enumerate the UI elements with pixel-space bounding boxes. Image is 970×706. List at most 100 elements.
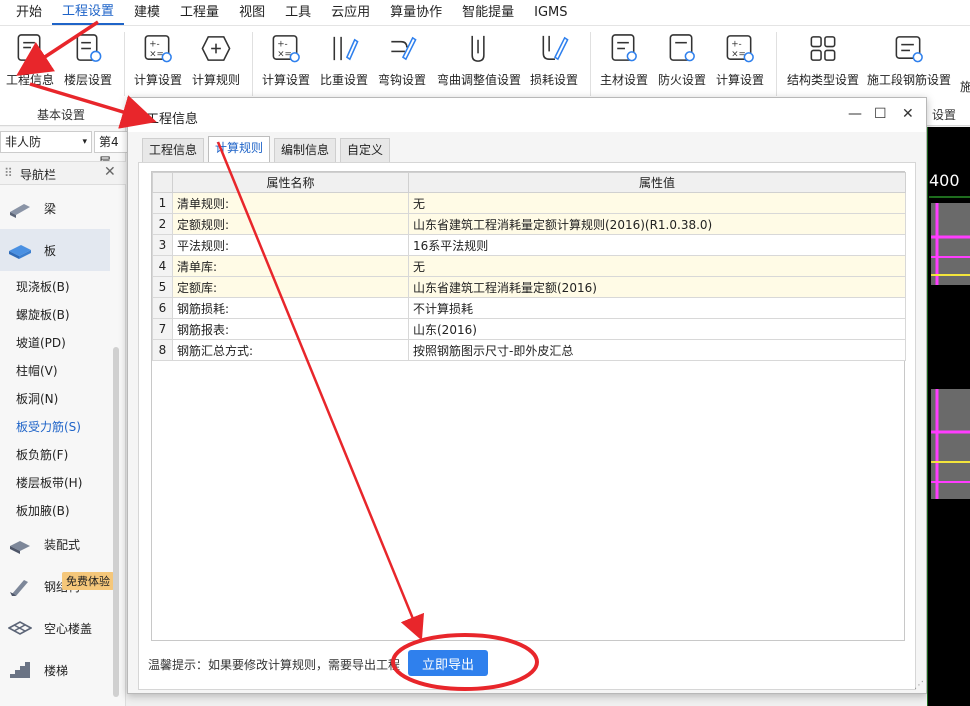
menu-modeling[interactable]: 建模 <box>124 0 170 26</box>
menu-igms[interactable]: IGMS <box>524 0 577 26</box>
row-property-value[interactable]: 16系平法规则 <box>408 234 906 256</box>
free-trial-badge: 免费体验 <box>62 572 114 590</box>
rebar-calc-settings-button[interactable]: +- ×= 计算设置 <box>257 30 315 88</box>
menu-view[interactable]: 视图 <box>229 0 275 26</box>
category-stair[interactable]: 楼梯 <box>0 649 110 691</box>
material-calc-settings-button[interactable]: +- ×= 计算设置 <box>711 30 769 88</box>
ratio-settings-label: 比重设置 <box>319 73 368 87</box>
row-property-value[interactable]: 无 <box>408 192 906 214</box>
row-property-value[interactable]: 按照钢筋图示尺寸-即外皮汇总 <box>408 339 906 361</box>
category-beam[interactable]: 梁 <box>0 187 110 229</box>
dialog-tabs: 工程信息 计算规则 编制信息 自定义 <box>142 136 394 162</box>
table-row[interactable]: 5 定额库: 山东省建筑工程消耗量定额(2016) <box>152 276 906 298</box>
row-property-name: 钢筋汇总方式: <box>172 339 409 361</box>
menu-smart-extract[interactable]: 智能提量 <box>452 0 524 26</box>
table-row[interactable]: 4 清单库: 无 <box>152 255 906 277</box>
tab-calc-rules[interactable]: 计算规则 <box>208 136 271 162</box>
menu-cloud[interactable]: 云应用 <box>321 0 380 26</box>
slab-item-cast[interactable]: 现浇板(B) <box>16 278 70 295</box>
construction-rebar-label: 施工段钢筋设置 <box>867 73 952 87</box>
nav-header: ⠿ 导航栏 ✕ <box>0 161 126 185</box>
row-property-value[interactable]: 不计算损耗 <box>408 297 906 319</box>
table-row[interactable]: 3 平法规则: 16系平法规则 <box>152 234 906 256</box>
slab-item-spiral[interactable]: 螺旋板(B) <box>16 306 70 323</box>
main-material-button[interactable]: 主材设置 <box>595 30 653 88</box>
menu-tools[interactable]: 工具 <box>275 0 321 26</box>
row-index: 1 <box>152 192 173 214</box>
slab-item-floor-band[interactable]: 楼层板带(H) <box>16 474 82 491</box>
slab-item-column-cap[interactable]: 柱帽(V) <box>16 362 58 379</box>
defense-combo[interactable]: 非人防 ▾ <box>0 131 92 153</box>
tab-project-info[interactable]: 工程信息 <box>142 138 205 162</box>
ribbon-cut-label: 施 <box>960 80 970 94</box>
table-row[interactable]: 2 定额规则: 山东省建筑工程消耗量定额计算规则(2016)(R1.0.38.0… <box>152 213 906 235</box>
loss-settings-label: 损耗设置 <box>529 73 578 87</box>
slab-item-stress-rebar[interactable]: 板受力筋(S) <box>16 418 81 435</box>
dialog-title-bar[interactable]: 工程信息 — ☐ ✕ <box>128 98 926 132</box>
slab-item-haunch[interactable]: 板加腋(B) <box>16 502 70 519</box>
row-property-value[interactable]: 山东省建筑工程消耗量定额(2016) <box>408 276 906 298</box>
resize-grip-icon[interactable]: ⋰ <box>914 680 924 691</box>
category-hollow-floor[interactable]: 空心楼盖 <box>0 607 110 649</box>
row-index: 8 <box>152 339 173 361</box>
calc-rules-button[interactable]: 计算规则 <box>187 30 245 88</box>
nav-scrollbar[interactable] <box>113 347 119 697</box>
material-calc-icon: +-×= <box>726 35 754 63</box>
row-property-value[interactable]: 山东省建筑工程消耗量定额计算规则(2016)(R1.0.38.0) <box>408 213 906 235</box>
structure-type-button[interactable]: 结构类型设置 <box>787 30 859 88</box>
floor-combo[interactable]: 第4层 <box>94 131 130 169</box>
loss-settings-button[interactable]: 损耗设置 <box>525 30 583 88</box>
close-icon[interactable]: ✕ <box>104 164 116 180</box>
tab-custom[interactable]: 自定义 <box>340 138 391 162</box>
export-now-button[interactable]: 立即导出 <box>408 650 488 676</box>
grip-icon[interactable]: ⠿ <box>4 166 13 180</box>
category-prefab[interactable]: 装配式 <box>0 523 110 565</box>
tab-compile-info[interactable]: 编制信息 <box>274 138 337 162</box>
category-hollow-floor-label: 空心楼盖 <box>44 621 93 636</box>
row-index: 2 <box>152 213 173 235</box>
row-property-value[interactable]: 无 <box>408 255 906 277</box>
loss-settings-icon <box>542 35 569 61</box>
row-property-name: 清单库: <box>172 255 409 277</box>
property-table: 属性名称 属性值 1 清单规则: 无 2 定额规则: 山东省建筑工程消耗量定额计… <box>152 172 906 361</box>
ribbon-separator <box>252 32 253 96</box>
menu-start[interactable]: 开始 <box>6 0 52 26</box>
close-icon[interactable]: ✕ <box>902 106 914 122</box>
ribbon-separator <box>590 32 591 96</box>
rebar-calc-icon: +-×= <box>272 35 300 63</box>
hook-settings-button[interactable]: 弯钩设置 <box>373 30 431 88</box>
drawing-canvas[interactable]: 400 <box>927 127 970 706</box>
fireproof-button[interactable]: 防火设置 <box>653 30 711 88</box>
table-row[interactable]: 8 钢筋汇总方式: 按照钢筋图示尺寸-即外皮汇总 <box>152 339 906 361</box>
maximize-icon[interactable]: ☐ <box>874 106 887 122</box>
menu-collaboration[interactable]: 算量协作 <box>380 0 452 26</box>
row-property-value[interactable]: 山东(2016) <box>408 318 906 340</box>
bend-adjust-icon <box>471 35 485 62</box>
category-slab[interactable]: 板 <box>0 229 110 271</box>
menu-project-settings[interactable]: 工程设置 <box>52 1 125 25</box>
ratio-settings-button[interactable]: 比重设置 <box>315 30 373 88</box>
category-prefab-label: 装配式 <box>44 537 81 552</box>
table-row[interactable]: 7 钢筋报表: 山东(2016) <box>152 318 906 340</box>
slab-item-ramp[interactable]: 坡道(PD) <box>16 334 66 351</box>
row-property-name: 定额规则: <box>172 213 409 235</box>
defense-combo-value: 非人防 <box>5 135 42 149</box>
calc-settings-button[interactable]: +- ×= 计算设置 <box>129 30 187 88</box>
hint-text: 温馨提示：如果要修改计算规则，需要导出工程 <box>148 658 401 672</box>
slab-item-hole[interactable]: 板洞(N) <box>16 390 58 407</box>
chevron-down-icon: ▾ <box>82 137 87 147</box>
rebar-calc-label: 计算设置 <box>261 73 310 87</box>
minimize-icon[interactable]: — <box>848 106 862 122</box>
floor-settings-button[interactable]: 楼层设置 <box>59 30 117 88</box>
project-info-button[interactable]: 工程信息 <box>1 30 59 88</box>
header-property-value: 属性值 <box>408 172 906 193</box>
table-row[interactable]: 6 钢筋损耗: 不计算损耗 <box>152 297 906 319</box>
hollow-floor-icon <box>8 621 32 635</box>
slab-item-negative-rebar[interactable]: 板负筋(F) <box>16 446 68 463</box>
bend-adjust-button[interactable]: 弯曲调整值设置 <box>437 30 521 88</box>
nav-title: 导航栏 <box>20 168 57 182</box>
hook-settings-label: 弯钩设置 <box>377 73 426 87</box>
table-row[interactable]: 1 清单规则: 无 <box>152 192 906 214</box>
construction-rebar-button[interactable]: 施工段钢筋设置 <box>867 30 951 88</box>
menu-quantity[interactable]: 工程量 <box>170 0 229 26</box>
